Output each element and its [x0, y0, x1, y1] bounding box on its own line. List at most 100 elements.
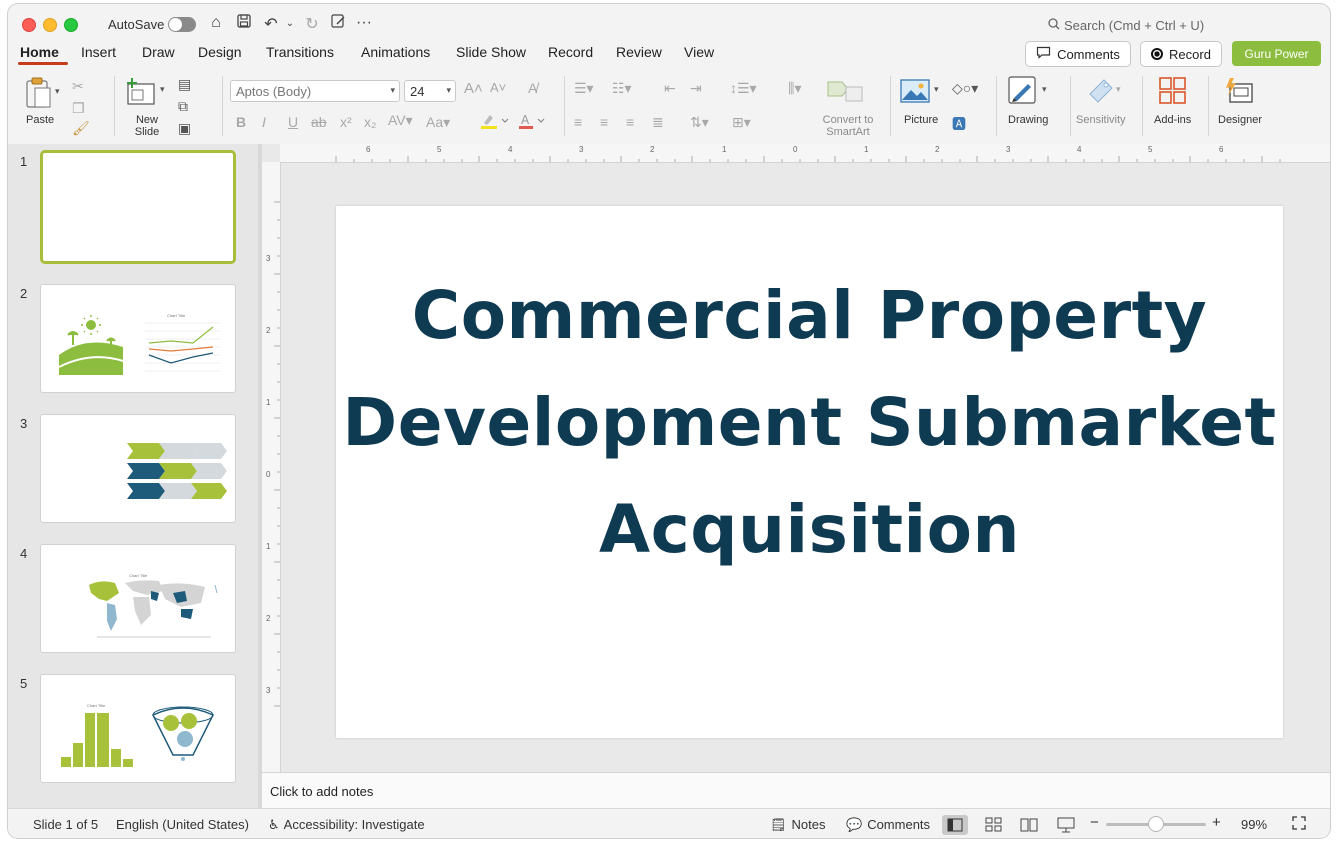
clear-format-icon[interactable]: A̸	[528, 80, 537, 96]
tab-animations[interactable]: Animations	[361, 44, 430, 60]
slide-thumbnail-1[interactable]	[40, 150, 236, 264]
slide-sorter-button[interactable]	[981, 815, 1007, 835]
increase-indent-icon[interactable]: ⇥	[690, 80, 702, 97]
new-slide-dropdown-icon[interactable]: ▾	[160, 84, 165, 95]
language-indicator[interactable]: English (United States)	[116, 817, 249, 832]
slide-title[interactable]: Commercial Property Development Submarke…	[336, 262, 1283, 583]
underline-icon[interactable]: U	[288, 114, 298, 130]
comments-button[interactable]: Comments	[1025, 41, 1131, 67]
reading-view-button[interactable]	[1016, 815, 1042, 835]
highlight-icon[interactable]	[480, 112, 510, 133]
cut-icon[interactable]: ✂	[72, 78, 84, 95]
tab-slide-show[interactable]: Slide Show	[456, 44, 526, 60]
more-icon[interactable]: ···	[354, 14, 374, 32]
home-icon[interactable]: ⌂	[206, 14, 226, 32]
tab-record[interactable]: Record	[548, 44, 593, 60]
sensitivity-icon[interactable]	[1086, 76, 1116, 109]
slide-thumbnails-panel[interactable]: 1 2 Chart Title 3 4 Chart Title 5 Chart …	[8, 144, 258, 808]
zoom-slider-handle[interactable]	[1148, 816, 1164, 832]
zoom-in-button[interactable]: +	[1212, 814, 1221, 831]
slide-thumbnail-5[interactable]: Chart Title	[40, 674, 236, 783]
fit-to-window-button[interactable]	[1291, 815, 1307, 834]
font-color-icon[interactable]: A	[518, 112, 548, 133]
ruler-label: 2	[935, 145, 940, 154]
normal-view-button[interactable]	[942, 815, 968, 835]
ruler-label: 1	[266, 542, 271, 551]
strikethrough-icon[interactable]: ab	[311, 114, 327, 130]
reset-icon[interactable]: ⧉	[178, 98, 188, 115]
align-left-icon[interactable]: ≡	[574, 114, 582, 130]
picture-icon[interactable]	[900, 78, 930, 107]
notes-pane[interactable]: Click to add notes	[262, 772, 1330, 809]
ribbon-separator	[996, 76, 997, 136]
save-icon[interactable]	[234, 14, 254, 33]
guru-power-button[interactable]: Guru Power	[1232, 41, 1321, 66]
line-spacing-icon[interactable]: ↕☰▾	[730, 80, 757, 97]
tab-insert[interactable]: Insert	[81, 44, 116, 60]
numbering-icon[interactable]: ☷▾	[612, 80, 632, 97]
decrease-font-icon[interactable]: A˅	[490, 80, 506, 95]
close-window-button[interactable]	[22, 18, 36, 32]
zoom-level[interactable]: 99%	[1241, 817, 1267, 832]
tab-home[interactable]: Home	[20, 44, 59, 60]
align-right-icon[interactable]: ≡	[626, 114, 634, 130]
record-button[interactable]: Record	[1140, 41, 1222, 67]
columns-icon[interactable]: ⫼▾	[788, 80, 801, 97]
tab-design[interactable]: Design	[198, 44, 242, 60]
section-icon[interactable]: ▣	[178, 120, 191, 137]
text-box-icon[interactable]: 🅰	[952, 114, 966, 134]
increase-font-icon[interactable]: A˄	[464, 80, 483, 97]
zoom-window-button[interactable]	[64, 18, 78, 32]
slide-show-button[interactable]	[1053, 815, 1079, 835]
drawing-dropdown-icon[interactable]: ▾	[1042, 84, 1047, 95]
slide-canvas[interactable]: Commercial Property Development Submarke…	[336, 206, 1283, 738]
slide-thumbnail-3[interactable]	[40, 414, 236, 523]
align-center-icon[interactable]: ≡	[600, 114, 608, 130]
accessibility-indicator[interactable]: ♿ Accessibility: Investigate	[268, 817, 425, 833]
accessibility-label: Accessibility: Investigate	[283, 817, 425, 832]
picture-dropdown-icon[interactable]: ▾	[934, 84, 939, 95]
character-spacing-icon[interactable]: AV▾	[388, 112, 413, 129]
align-text-icon[interactable]: ⊞▾	[732, 114, 751, 131]
drawing-icon[interactable]	[1008, 76, 1038, 109]
comments-toggle[interactable]: 💬 Comments	[846, 817, 930, 833]
minimize-window-button[interactable]	[43, 18, 57, 32]
decrease-indent-icon[interactable]: ⇤	[664, 80, 676, 97]
layout-icon[interactable]: ▤	[178, 76, 191, 93]
search-field[interactable]: Search (Cmd + Ctrl + U)	[1048, 18, 1204, 33]
tab-review[interactable]: Review	[616, 44, 662, 60]
bold-icon[interactable]: B	[236, 114, 246, 130]
undo-icon[interactable]: ↶	[261, 14, 281, 34]
new-slide-icon[interactable]	[126, 78, 156, 109]
zoom-out-button[interactable]: −	[1090, 814, 1099, 831]
bullets-icon[interactable]: ☰▾	[574, 80, 594, 97]
smartart-icon[interactable]	[826, 78, 866, 107]
paste-icon[interactable]	[24, 76, 54, 110]
format-painter-icon[interactable]: 🖌	[72, 120, 90, 137]
text-direction-icon[interactable]: ⇅▾	[690, 114, 709, 131]
font-name-select[interactable]: Aptos (Body) ▾	[230, 80, 400, 102]
subscript-icon[interactable]: x₂	[364, 114, 376, 130]
sensitivity-dropdown-icon[interactable]: ▾	[1116, 84, 1121, 95]
tab-view[interactable]: View	[684, 44, 714, 60]
superscript-icon[interactable]: x²	[340, 114, 352, 130]
shapes-icon[interactable]: ◇○▾	[952, 80, 978, 97]
undo-dropdown-icon[interactable]: ⌄	[280, 18, 300, 29]
redo-icon[interactable]: ↻	[302, 14, 322, 34]
italic-icon[interactable]: I	[262, 114, 266, 130]
tab-transitions[interactable]: Transitions	[266, 44, 334, 60]
font-size-select[interactable]: 24 ▾	[404, 80, 456, 102]
justify-icon[interactable]: ≣	[652, 114, 664, 131]
slide-thumbnail-2[interactable]: Chart Title	[40, 284, 236, 393]
designer-icon[interactable]	[1224, 76, 1254, 109]
copy-icon[interactable]: ❐	[72, 100, 85, 117]
notes-toggle[interactable]: 🗒 Notes	[770, 817, 825, 833]
customize-icon[interactable]	[328, 14, 348, 33]
add-ins-icon[interactable]	[1158, 76, 1188, 109]
tab-draw[interactable]: Draw	[142, 44, 175, 60]
change-case-icon[interactable]: Aa▾	[426, 114, 450, 131]
slide-thumbnail-4[interactable]: Chart Title	[40, 544, 236, 653]
ruler-label: 1	[722, 145, 727, 154]
autosave-toggle[interactable]	[168, 17, 196, 32]
paste-dropdown-icon[interactable]: ▾	[55, 86, 60, 97]
